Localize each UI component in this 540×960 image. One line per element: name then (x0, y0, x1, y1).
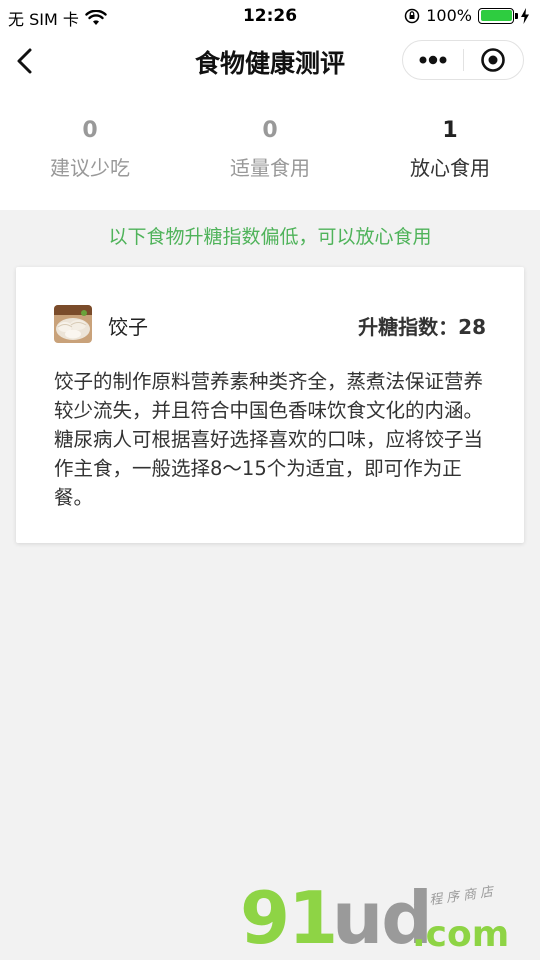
watermark-tld: .com (412, 914, 510, 955)
stat-label: 适量食用 (230, 156, 310, 180)
nav-bar: 食物健康测评 (0, 32, 540, 90)
glycemic-index: 升糖指数：28 (358, 311, 486, 340)
food-image (54, 305, 92, 343)
stat-count: 0 (82, 118, 98, 143)
food-card[interactable]: 饺子 升糖指数：28 饺子的制作原料营养素种类齐全，蒸煮法保证营养较少流失，并且… (16, 267, 524, 543)
stat-label: 建议少吃 (50, 156, 130, 180)
mini-program-capsule (402, 40, 524, 80)
charging-icon (521, 7, 529, 24)
watermark-91: 91 (240, 876, 338, 960)
more-dots-icon (419, 55, 447, 65)
target-circle-icon (481, 48, 506, 72)
status-right: 100% (404, 6, 530, 25)
stat-label: 放心食用 (410, 156, 490, 180)
battery-percent: 100% (426, 6, 472, 25)
notice-text: 以下食物升糖指数偏低，可以放心食用 (108, 226, 432, 248)
stat-count: 1 (442, 118, 458, 143)
tab-moderate[interactable]: 0 适量食用 (180, 118, 360, 181)
stats-tabs: 0 建议少吃 0 适量食用 1 放心食用 (0, 90, 540, 210)
food-description: 饺子的制作原料营养素种类齐全，蒸煮法保证营养较少流失，并且符合中国色香味饮食文化… (54, 370, 484, 509)
gi-label: 升糖指数： (358, 315, 459, 339)
food-name: 饺子 (108, 315, 148, 339)
status-bar: 无 SIM 卡 12:26 100% (0, 0, 540, 32)
orientation-lock-icon (405, 8, 420, 23)
close-button[interactable] (463, 41, 523, 79)
watermark-logo: 91 ud 小程序商店 .com (240, 880, 540, 960)
stat-count: 0 (262, 118, 278, 143)
battery-fill (480, 10, 512, 21)
more-button[interactable] (403, 41, 463, 79)
battery-icon (478, 7, 518, 24)
gi-value: 28 (458, 315, 486, 339)
tab-safe-to-eat[interactable]: 1 放心食用 (360, 118, 540, 181)
tab-eat-less[interactable]: 0 建议少吃 (0, 118, 180, 181)
